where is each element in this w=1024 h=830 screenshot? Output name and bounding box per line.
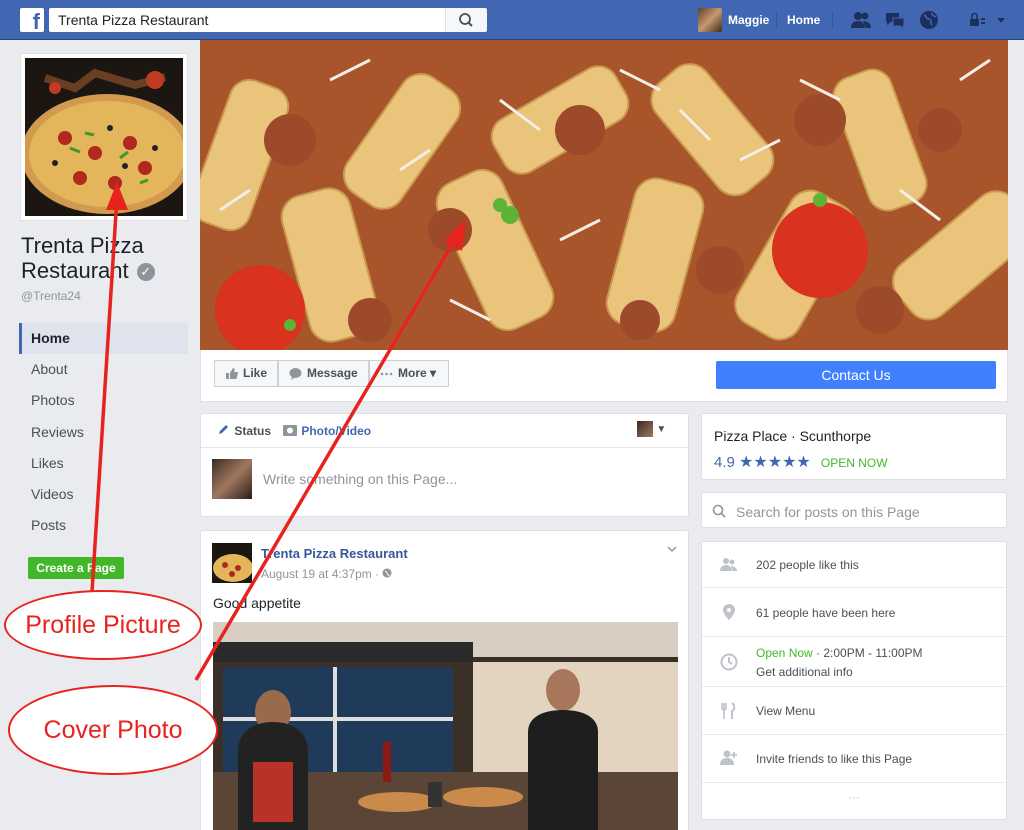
search-input[interactable]: Trenta Pizza Restaurant — [49, 8, 445, 32]
pencil-icon — [219, 425, 228, 434]
profile-link[interactable]: Maggie — [698, 8, 769, 32]
create-page-button[interactable]: Create a Page — [28, 557, 124, 579]
privacy-lock-icon[interactable] — [968, 10, 1008, 30]
tab-status[interactable]: Status — [217, 424, 271, 438]
composer-tabs: Status Photo/Video ▼ — [201, 414, 688, 448]
sidebar-item-posts[interactable]: Posts — [19, 510, 188, 541]
search-posts-input[interactable]: Search for posts on this Page — [736, 504, 920, 520]
search-icon — [712, 504, 726, 518]
fork-knife-icon — [721, 702, 736, 719]
rating-stars-icon: ★★★★★ — [739, 454, 811, 471]
about-card: 202 people like this 61 people have been… — [701, 541, 1007, 820]
user-name: Maggie — [728, 13, 770, 27]
thumbs-up-icon — [226, 368, 238, 380]
avatar[interactable] — [212, 543, 252, 583]
chevron-down-icon: ▾ — [430, 366, 437, 380]
hours-row[interactable]: Open Now · 2:00PM - 11:00PM Get addition… — [702, 637, 1006, 687]
messenger-icon — [289, 368, 302, 380]
top-navigation-bar: f Trenta Pizza Restaurant Maggie Home — [0, 0, 1024, 40]
globe-icon — [382, 568, 392, 578]
chevron-down-icon[interactable] — [666, 543, 678, 555]
post-timestamp[interactable]: August 19 at 4:37pm · — [261, 567, 392, 581]
opening-hours: Open Now · 2:00PM - 11:00PM — [756, 646, 923, 660]
see-more-link[interactable]: ··· — [702, 790, 1006, 804]
tab-photo-video[interactable]: Photo/Video — [283, 424, 371, 438]
view-menu-link[interactable]: View Menu — [756, 704, 815, 718]
post-photo[interactable] — [213, 622, 678, 830]
likes-row[interactable]: 202 people like this — [702, 542, 1006, 588]
nav-divider — [832, 12, 833, 28]
likes-count: 202 people like this — [756, 558, 859, 572]
verified-check-icon: ✓ — [136, 263, 155, 281]
avatar — [637, 421, 653, 437]
clock-icon — [720, 653, 738, 671]
add-friend-icon — [720, 750, 737, 765]
place-category[interactable]: Pizza Place · Scunthorpe — [714, 428, 871, 444]
search-button[interactable] — [445, 8, 487, 32]
post-composer: Status Photo/Video ▼ Write something on … — [200, 413, 689, 517]
open-status-badge: OPEN NOW — [820, 456, 888, 470]
notifications-globe-icon[interactable] — [918, 10, 940, 30]
more-dropdown-button[interactable]: More ▾ — [369, 360, 449, 387]
messages-icon[interactable] — [884, 10, 906, 30]
search-posts-box[interactable]: Search for posts on this Page — [701, 492, 1007, 528]
profile-picture[interactable] — [20, 53, 188, 221]
post-as-selector[interactable]: ▼ — [637, 421, 666, 437]
cover-photo[interactable] — [200, 40, 1008, 350]
invite-friends-link[interactable]: Invite friends to like this Page — [756, 752, 912, 766]
more-dots-icon — [380, 372, 393, 376]
pizza-thumbnail — [212, 543, 252, 583]
page-action-bar: Like Message More ▾ Contact Us — [200, 350, 1008, 402]
cover-photo-callout: Cover Photo — [8, 685, 218, 775]
post-text: Good appetite — [213, 595, 301, 611]
camera-icon — [283, 425, 297, 436]
nav-divider — [776, 12, 777, 28]
sidebar-item-likes[interactable]: Likes — [19, 448, 188, 479]
avatar — [212, 459, 252, 499]
avatar — [698, 8, 722, 32]
message-button[interactable]: Message — [278, 360, 369, 387]
pizza-image — [25, 58, 183, 216]
checkins-count: 61 people have been here — [756, 606, 896, 620]
menu-row[interactable]: View Menu — [702, 687, 1006, 735]
feed-post: Trenta Pizza Restaurant August 19 at 4:3… — [200, 530, 689, 830]
sidebar-item-about[interactable]: About — [19, 354, 188, 385]
sidebar-item-home[interactable]: Home — [19, 323, 188, 355]
sidebar-item-videos[interactable]: Videos — [19, 479, 188, 510]
place-info-card: Pizza Place · Scunthorpe 4.9 ★★★★★ OPEN … — [701, 413, 1007, 480]
people-icon — [720, 558, 737, 571]
page-handle[interactable]: @Trenta24 — [21, 289, 81, 303]
search-icon — [459, 13, 473, 27]
home-link[interactable]: Home — [787, 8, 820, 32]
additional-info-link[interactable]: Get additional info — [756, 665, 853, 679]
contact-us-button[interactable]: Contact Us — [716, 361, 996, 389]
invite-row[interactable]: Invite friends to like this Page — [702, 735, 1006, 783]
page-title[interactable]: Trenta Pizza Restaurant ✓ — [21, 233, 191, 283]
restaurant-photo — [213, 622, 678, 830]
location-pin-icon — [723, 604, 735, 620]
like-button[interactable]: Like — [214, 360, 278, 387]
pasta-image — [200, 40, 1008, 350]
facebook-logo-icon[interactable]: f — [20, 8, 44, 32]
friend-requests-icon[interactable] — [850, 10, 872, 30]
checkins-row[interactable]: 61 people have been here — [702, 588, 1006, 637]
sidebar-item-reviews[interactable]: Reviews — [19, 417, 188, 448]
post-author-link[interactable]: Trenta Pizza Restaurant — [261, 546, 408, 561]
page-sidebar-nav: Home About Photos Reviews Likes Videos P… — [19, 323, 188, 541]
place-rating[interactable]: 4.9 ★★★★★ OPEN NOW — [714, 452, 888, 472]
chevron-down-icon: ▼ — [656, 424, 667, 436]
composer-input[interactable]: Write something on this Page... — [263, 471, 457, 487]
profile-picture-callout: Profile Picture — [4, 590, 202, 660]
sidebar-item-photos[interactable]: Photos — [19, 385, 188, 416]
